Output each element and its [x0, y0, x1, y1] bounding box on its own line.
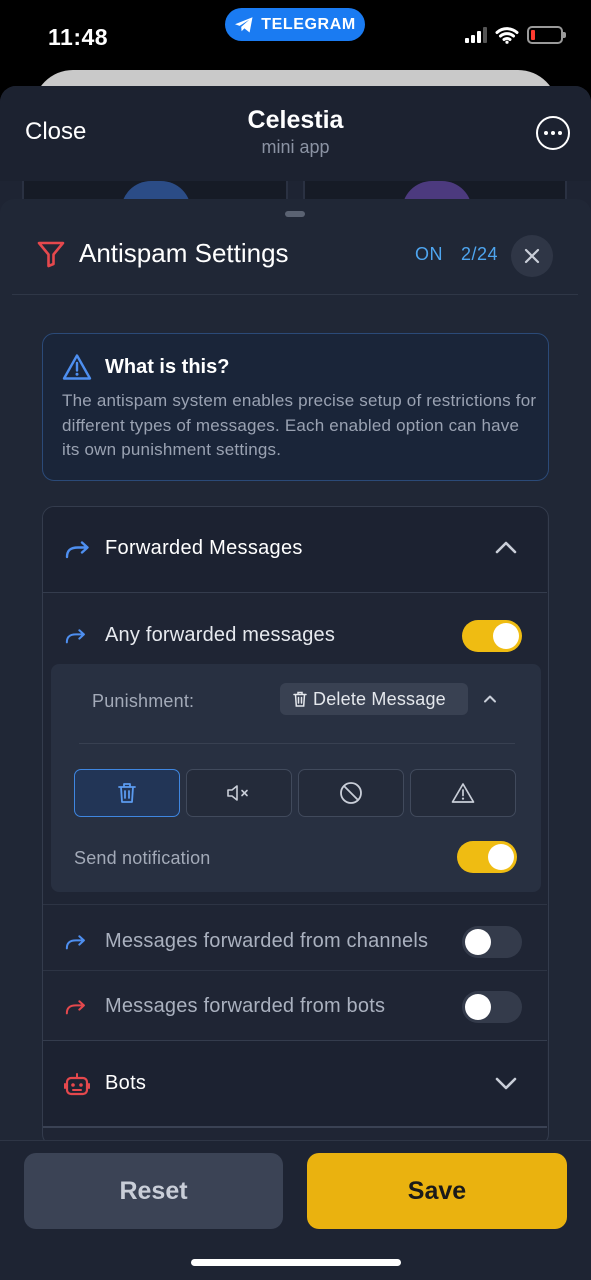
forwarded-bots-row: Messages forwarded from bots	[43, 975, 547, 1039]
chevron-down-icon	[495, 1077, 517, 1090]
action-delete-button[interactable]	[74, 769, 180, 817]
info-text: The antispam system enables precise setu…	[62, 391, 537, 459]
forwarded-bots-toggle[interactable]	[462, 991, 522, 1023]
battery-icon	[527, 26, 566, 44]
more-options-button[interactable]	[536, 116, 570, 150]
home-indicator[interactable]	[191, 1259, 401, 1266]
app-subtitle: mini app	[261, 137, 330, 157]
punishment-select[interactable]: Delete Message	[280, 683, 468, 715]
more-dot-icon	[544, 131, 548, 135]
forwarded-section-header[interactable]: Forwarded Messages	[43, 507, 547, 593]
divider	[43, 904, 547, 905]
forward-icon	[65, 629, 85, 644]
close-icon	[524, 248, 540, 264]
forwarded-section-title: Forwarded Messages	[105, 537, 303, 559]
trash-icon	[293, 691, 307, 707]
forwarded-bots-label: Messages forwarded from bots	[105, 995, 386, 1017]
chevron-up-icon[interactable]	[483, 694, 497, 703]
send-notification-toggle[interactable]	[457, 841, 517, 873]
send-notification-label: Send notification	[74, 848, 211, 868]
sheet-grabber[interactable]	[285, 211, 305, 217]
enabled-count: 2/24	[461, 244, 499, 264]
close-panel-button[interactable]	[511, 235, 553, 277]
info-title: What is this?	[105, 356, 230, 378]
info-box: What is this? The antispam system enable…	[42, 333, 549, 481]
forward-icon	[65, 935, 85, 950]
warning-icon	[62, 354, 92, 380]
mute-icon	[227, 785, 248, 801]
app-title: Celestia	[247, 106, 344, 134]
forwarded-channels-row: Messages forwarded from channels	[43, 910, 547, 974]
forwarded-channels-toggle[interactable]	[462, 926, 522, 958]
forwarded-channels-label: Messages forwarded from channels	[105, 930, 429, 952]
any-forwarded-toggle[interactable]	[462, 620, 522, 652]
robot-icon	[64, 1073, 90, 1096]
divider	[79, 743, 515, 744]
status-badge: ON	[415, 244, 443, 264]
more-dot-icon	[551, 131, 555, 135]
telegram-pill-label: TELEGRAM	[261, 15, 356, 33]
any-forwarded-label: Any forwarded messages	[105, 624, 336, 646]
panel-title: Antispam Settings	[79, 238, 289, 268]
any-forwarded-row: Any forwarded messages	[43, 604, 547, 668]
bots-section-title: Bots	[105, 1072, 147, 1094]
action-mute-button[interactable]	[186, 769, 292, 817]
ban-icon	[340, 782, 362, 804]
action-ban-button[interactable]	[298, 769, 404, 817]
wifi-icon	[495, 27, 519, 44]
action-warn-button[interactable]	[410, 769, 516, 817]
telegram-icon	[235, 16, 253, 32]
forward-icon	[65, 1000, 85, 1015]
punishment-selected: Delete Message	[313, 688, 446, 709]
reset-button[interactable]: Reset	[24, 1153, 283, 1229]
forward-icon	[65, 541, 89, 559]
mini-app-header: Close Celestia mini app	[0, 86, 591, 181]
punishment-panel: Punishment: Delete Message Send notifica…	[51, 664, 541, 892]
status-time: 11:48	[48, 24, 109, 50]
status-icons	[465, 26, 566, 44]
trash-icon	[118, 783, 136, 803]
filter-icon	[37, 241, 65, 268]
divider	[43, 970, 547, 971]
settings-accordion: Forwarded Messages Any forwarded message…	[42, 506, 549, 1146]
cellular-signal-icon	[465, 27, 487, 43]
punishment-label: Punishment:	[92, 691, 195, 711]
telegram-pill[interactable]: TELEGRAM	[225, 8, 365, 41]
save-button[interactable]: Save	[307, 1153, 567, 1229]
panel-header: Antispam Settings ON 2/24	[12, 225, 578, 295]
more-dot-icon	[558, 131, 562, 135]
warning-icon	[451, 783, 475, 803]
bots-section-header[interactable]: Bots	[43, 1040, 547, 1128]
telegram-sheet: Close Celestia mini app Antispam Setting…	[0, 86, 591, 1280]
status-bar: 11:48 TELEGRAM	[0, 0, 591, 80]
chevron-up-icon	[495, 541, 517, 554]
